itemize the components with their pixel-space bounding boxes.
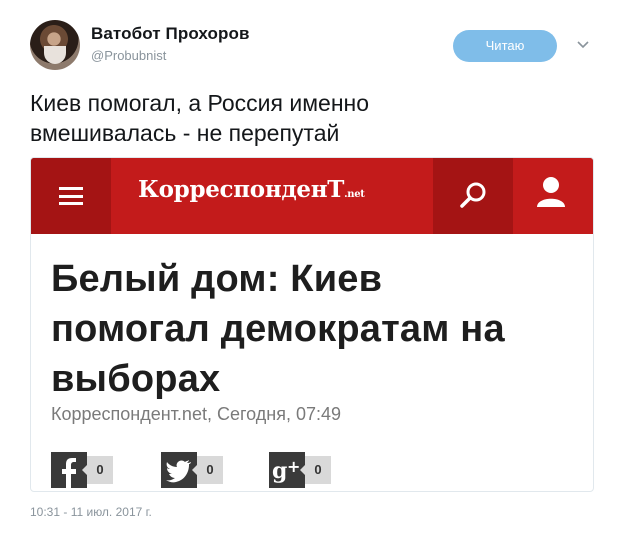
headline-line: помогал демократам на <box>51 308 505 350</box>
site-logo-text: КорреспонденТ <box>138 176 345 203</box>
tweet-text-line: Киев помогал, а Россия именно <box>30 90 370 116</box>
share-count: 0 <box>192 456 223 484</box>
tweet-text-line: вмешивалась - не перепутай <box>30 120 340 146</box>
display-name[interactable]: Ватобот Прохоров <box>91 24 250 44</box>
search-button[interactable] <box>433 158 513 234</box>
user-icon <box>537 177 565 207</box>
tweet-header: Ватобот Прохоров @Probubnist Читаю <box>0 0 628 80</box>
article-meta: Корреспондент.net, Сегодня, 07:49 <box>51 404 341 424</box>
share-count: 0 <box>82 456 113 484</box>
chevron-down-icon[interactable] <box>576 38 590 52</box>
article-headline: Белый дом: Киев помогал демократам на вы… <box>51 254 581 404</box>
site-logo[interactable]: КорреспонденТ.net <box>138 176 365 203</box>
site-logo-suffix: .net <box>344 189 365 200</box>
hamburger-icon <box>59 187 83 205</box>
svg-text:g: g <box>272 458 287 484</box>
tweet-timestamp[interactable]: 10:31 - 11 июл. 2017 г. <box>30 505 152 519</box>
user-handle[interactable]: @Probubnist <box>91 48 166 63</box>
user-button[interactable] <box>513 158 593 234</box>
following-button[interactable]: Читаю <box>453 30 557 62</box>
avatar[interactable] <box>30 20 80 70</box>
embedded-screenshot-card[interactable]: КорреспонденТ.net Белый дом: Киев помога… <box>30 157 594 492</box>
site-navbar: КорреспонденТ.net <box>31 158 593 234</box>
search-icon <box>460 182 486 208</box>
headline-line: Белый дом: Киев <box>51 258 383 300</box>
share-count: 0 <box>300 456 331 484</box>
menu-button[interactable] <box>31 158 111 234</box>
svg-text:+: + <box>287 457 300 476</box>
tweet-text: Киев помогал, а Россия именно вмешивалас… <box>30 88 590 148</box>
headline-line: выборах <box>51 358 221 400</box>
